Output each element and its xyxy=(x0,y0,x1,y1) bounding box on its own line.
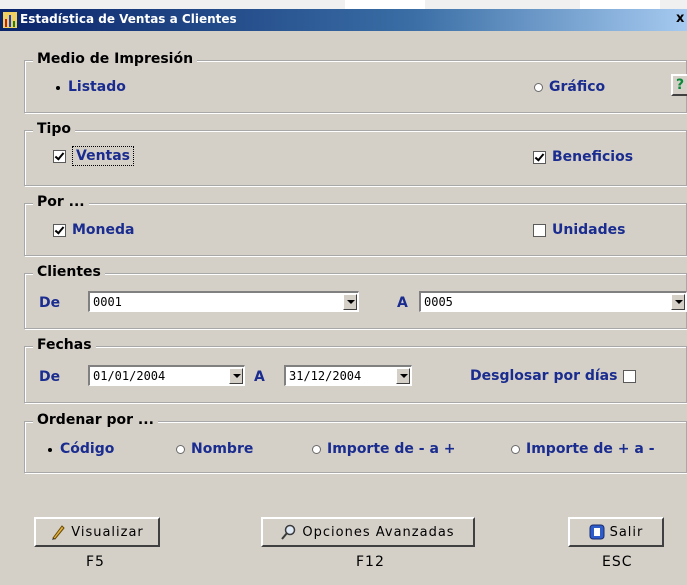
salir-shortcut: ESC xyxy=(602,554,633,570)
radio-unselected-icon xyxy=(511,444,520,454)
radio-listado-label: Listado xyxy=(68,79,126,95)
search-icon xyxy=(281,524,296,540)
radio-importe-desc[interactable]: Importe de + a - xyxy=(511,441,655,457)
chevron-down-icon[interactable] xyxy=(671,294,685,310)
checkbox-ventas-label: Ventas xyxy=(72,146,135,166)
clientes-a-select[interactable]: 0005 xyxy=(419,291,687,312)
chart-icon xyxy=(3,12,17,28)
radio-grafico-label: Gráfico xyxy=(549,79,606,95)
radio-unselected-icon xyxy=(176,444,185,454)
clientes-a-value: 0005 xyxy=(424,295,453,309)
checkbox-desglosar-label: Desglosar por días xyxy=(470,368,618,384)
window-title: Estadística de Ventas a Clientes xyxy=(20,12,237,26)
radio-unselected-icon xyxy=(312,444,321,454)
checkbox-ventas[interactable]: Ventas xyxy=(53,146,135,166)
fechas-de-value: 01/01/2004 xyxy=(93,369,166,383)
checkbox-checked-icon xyxy=(53,223,66,237)
fechas-a-label: A xyxy=(254,369,265,385)
fechas-a-date[interactable]: 31/12/2004 xyxy=(284,365,412,386)
fechas-legend: Fechas xyxy=(33,337,96,353)
fechas-de-label: De xyxy=(39,369,61,385)
dialog-window: Estadística de Ventas a Clientes x Medio… xyxy=(0,9,687,585)
checkbox-desglosar[interactable]: Desglosar por días xyxy=(470,368,642,384)
visualizar-label: Visualizar xyxy=(71,524,144,540)
radio-selected-icon xyxy=(53,83,62,92)
checkbox-unchecked-icon xyxy=(623,369,637,383)
medio-impresion-group: Medio de Impresión Listado Gráfico xyxy=(24,51,687,113)
opciones-avanzadas-button[interactable]: Opciones Avanzadas xyxy=(261,517,475,547)
checkbox-unidades[interactable]: Unidades xyxy=(533,222,625,238)
por-legend: Por ... xyxy=(33,194,89,210)
opciones-avanzadas-shortcut: F12 xyxy=(356,554,385,570)
clientes-de-value: 0001 xyxy=(93,295,122,309)
exit-icon xyxy=(589,524,605,540)
radio-listado[interactable]: Listado xyxy=(53,79,126,95)
chevron-down-icon[interactable] xyxy=(396,368,410,384)
radio-importe-desc-label: Importe de + a - xyxy=(526,441,655,457)
clientes-legend: Clientes xyxy=(33,264,105,280)
radio-nombre-label: Nombre xyxy=(191,441,254,457)
checkbox-checked-icon xyxy=(53,149,66,163)
fechas-group: Fechas De 01/01/2004 A 31/12/2004 Desglo… xyxy=(24,337,687,403)
radio-importe-asc-label: Importe de - a + xyxy=(327,441,456,457)
checkbox-unidades-label: Unidades xyxy=(552,222,626,238)
radio-grafico[interactable]: Gráfico xyxy=(534,79,605,95)
help-icon[interactable]: ? xyxy=(671,74,687,96)
radio-nombre[interactable]: Nombre xyxy=(176,441,253,457)
salir-button[interactable]: Salir xyxy=(568,517,664,547)
checkbox-moneda[interactable]: Moneda xyxy=(53,222,134,238)
fechas-de-date[interactable]: 01/01/2004 xyxy=(88,365,245,386)
clientes-de-select[interactable]: 0001 xyxy=(88,291,359,312)
ordenar-legend: Ordenar por ... xyxy=(33,412,158,428)
salir-label: Salir xyxy=(609,524,644,540)
tipo-group: Tipo Ventas Beneficios xyxy=(24,121,687,186)
chevron-down-icon[interactable] xyxy=(229,368,243,384)
radio-unselected-icon xyxy=(534,82,543,92)
radio-codigo-label: Código xyxy=(60,441,115,457)
clientes-group: Clientes De 0001 A 0005 xyxy=(24,264,687,329)
por-group: Por ... Moneda Unidades xyxy=(24,194,687,256)
chevron-down-icon[interactable] xyxy=(343,294,357,310)
clientes-a-label: A xyxy=(397,295,408,311)
radio-selected-icon xyxy=(45,445,54,454)
clientes-de-label: De xyxy=(39,295,61,311)
checkbox-beneficios-label: Beneficios xyxy=(552,149,634,165)
pen-icon xyxy=(52,525,65,540)
checkbox-beneficios[interactable]: Beneficios xyxy=(533,149,633,165)
checkbox-checked-icon xyxy=(533,150,546,164)
visualizar-button[interactable]: Visualizar xyxy=(34,517,160,547)
radio-codigo[interactable]: Código xyxy=(45,441,114,457)
visualizar-shortcut: F5 xyxy=(86,554,105,570)
checkbox-unchecked-icon xyxy=(533,223,546,237)
fechas-a-value: 31/12/2004 xyxy=(289,369,362,383)
ordenar-group: Ordenar por ... Código Nombre Importe de… xyxy=(24,412,687,473)
close-button[interactable]: x xyxy=(676,11,684,26)
medio-impresion-legend: Medio de Impresión xyxy=(33,51,198,67)
checkbox-moneda-label: Moneda xyxy=(72,222,135,238)
tipo-legend: Tipo xyxy=(33,121,75,137)
radio-importe-asc[interactable]: Importe de - a + xyxy=(312,441,456,457)
opciones-avanzadas-label: Opciones Avanzadas xyxy=(302,524,455,540)
title-bar: Estadística de Ventas a Clientes x xyxy=(0,9,687,31)
